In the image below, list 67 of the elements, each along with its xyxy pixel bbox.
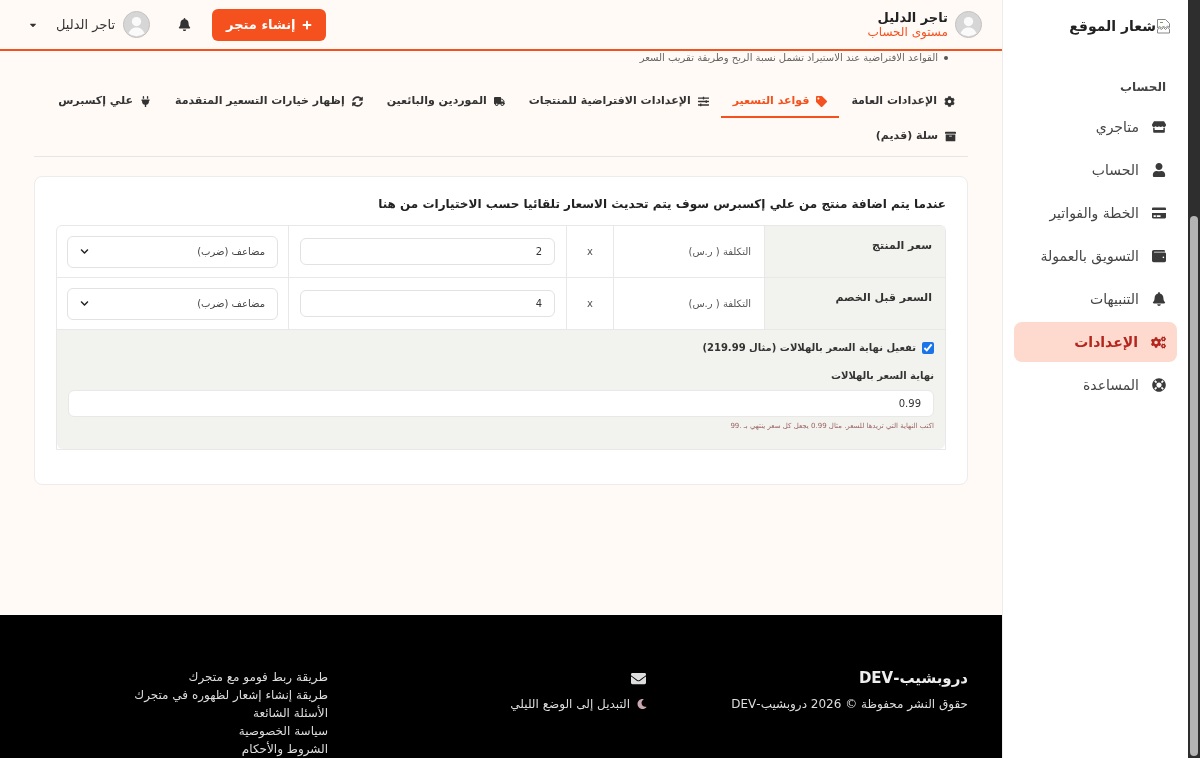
cents-ending-input[interactable]: 0.99 [68,390,934,417]
moon-icon [637,699,647,709]
settings-tab[interactable]: الإعدادات العامة [839,86,967,118]
sliders-icon [697,95,709,107]
footer-link[interactable]: طريقة ربط فومو مع متجرك [188,668,328,686]
sidebar-item[interactable]: التنبيهات [1014,279,1177,319]
plus-icon [302,19,313,30]
dark-mode-toggle[interactable]: التبديل إلى الوضع الليلي [510,696,647,712]
rule-label-cell: السعر قبل الخصم [765,278,945,329]
footer-link[interactable]: الشروط والأحكام [241,740,328,758]
account-name: تاجر الدليل [876,9,948,25]
settings-tab[interactable]: علي إكسبرس [46,86,163,118]
checkbox-label: تفعيل نهاية السعر بالهلالات (مثال 219.99) [702,341,916,355]
sidebar-item[interactable]: الإعدادات [1014,322,1177,362]
rule-label-cell: سعر المنتج [765,226,945,277]
multiplier-input[interactable]: 4 [300,290,555,317]
chevron-down-icon [80,247,89,256]
cost-base-cell: التكلفة ( ر.س) [614,278,765,329]
gears-icon [1151,334,1166,350]
footer-brand: دروبشيب-DEV [857,668,968,688]
notifications-icon[interactable] [178,18,192,31]
settings-tab[interactable]: الموردين والبائعين [374,86,517,118]
envelope-icon[interactable] [630,671,647,686]
operator-cell: x [567,226,614,277]
gear-icon [944,95,955,107]
notice-text: القواعد الافتراضية عند الاستيراد تشمل نسبة الربح وطريقة تقريب السعر [639,51,938,64]
tag-icon [816,95,828,107]
scrollbar[interactable] [1188,0,1200,758]
multiplier-input[interactable]: 2 [300,238,555,265]
settings-tab[interactable]: الإعدادات الافتراضية للمنتجات [516,86,721,118]
archive-icon [945,130,956,142]
footer-link[interactable]: طريقة إنشاء إشعار لظهوره في متجرك [134,686,328,704]
pricing-method-select[interactable]: مضاعف (ضرب) [67,235,278,268]
sidebar-item[interactable]: التسويق بالعمولة [1014,236,1177,276]
card-heading: عندما يتم اضافة منتج من علي إكسبرس سوف يتم تحديث الاسعار تلقائيا حسب الاختيارات من هنا [377,196,946,213]
pricing-method-select[interactable]: مضاعف (ضرب) [67,287,278,320]
life-ring-icon [1152,378,1166,392]
plug-icon [140,95,151,107]
credit-card-icon [1152,206,1166,220]
scrollbar-thumb[interactable] [1190,216,1198,756]
sidebar-item[interactable]: متاجري [1014,107,1177,147]
enable-cents-checkbox[interactable] [922,341,934,354]
sidebar-item[interactable]: المساعدة [1014,365,1177,405]
settings-tab[interactable]: سلة (قديم) [863,121,968,153]
sync-icon [351,95,363,107]
store-icon [1152,120,1166,134]
avatar-icon [955,11,982,38]
chevron-down-icon [80,299,89,308]
settings-tab[interactable]: إظهار خيارات التسعير المتقدمة [163,86,375,118]
broken-image-icon [1157,18,1170,34]
bell-icon [1152,292,1166,306]
site-logo-text[interactable]: شعار الموقع [1069,15,1156,37]
copyright-text: حقوق النشر محفوظة © 2026 دروبشيب-DEV [730,696,968,712]
footer-link[interactable]: سياسة الخصوصية [238,722,328,740]
user-menu-button[interactable]: تاجر الدليل [28,11,151,38]
avatar-icon [123,11,151,38]
truck-icon [493,95,505,107]
user-icon [1152,163,1166,177]
field-label: نهاية السعر بالهلالات [829,369,934,383]
operator-cell: x [567,278,614,329]
bullet-icon [944,55,948,60]
wallet-icon [1152,249,1166,263]
sidebar-section-title: الحساب [1118,79,1167,95]
cost-base-cell: التكلفة ( ر.س) [614,226,765,277]
footer-link[interactable]: الأسئلة الشائعة [253,704,328,722]
sidebar-item[interactable]: الخطة والفواتير [1014,193,1177,233]
sidebar-item[interactable]: الحساب [1014,150,1177,190]
